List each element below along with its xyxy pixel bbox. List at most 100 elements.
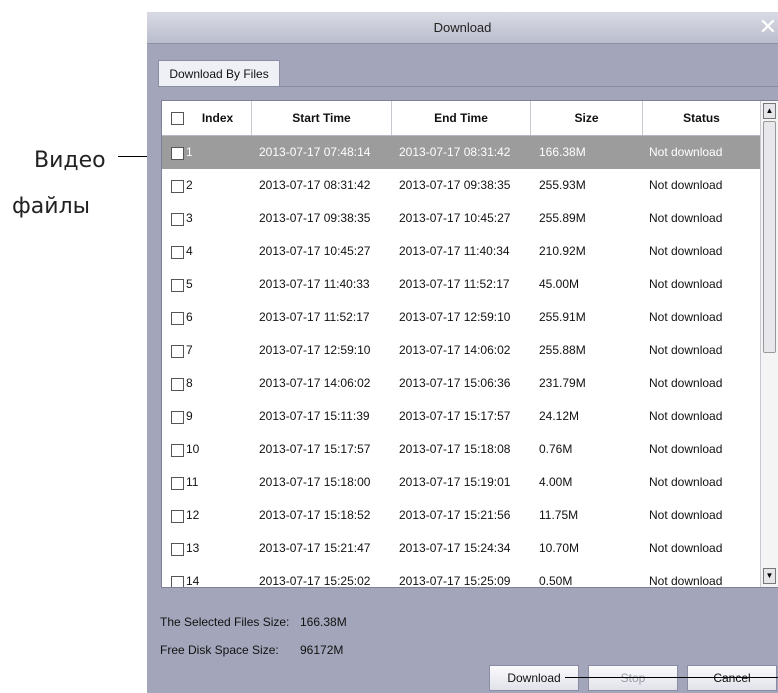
- tab-download-by-files[interactable]: Download By Files: [158, 60, 280, 87]
- download-dialog: Download ✕ Download By Files Index Start…: [147, 12, 778, 693]
- row-checkbox[interactable]: [171, 213, 184, 226]
- cell-index: 7: [186, 343, 193, 357]
- cell-size: 4.00M: [539, 475, 573, 489]
- row-checkbox[interactable]: [171, 378, 184, 391]
- dialog-title: Download: [433, 20, 492, 35]
- cell-end-time: 2013-07-17 10:45:27: [399, 211, 511, 225]
- cell-size: 255.88M: [539, 343, 586, 357]
- title-bar: Download ✕: [147, 12, 778, 44]
- cancel-button[interactable]: Cancel: [687, 665, 777, 691]
- table-row[interactable]: 5 2013-07-17 11:40:33 2013-07-17 11:52:17 4…: [162, 268, 760, 301]
- free-space-value: 96172M: [300, 643, 344, 657]
- table-header: Index Start Time End Time Size Status: [162, 101, 760, 136]
- cell-index: 12: [186, 508, 200, 522]
- cell-index: 6: [186, 310, 193, 324]
- row-checkbox[interactable]: [171, 147, 184, 160]
- cell-size: 255.89M: [539, 211, 586, 225]
- cell-size: 11.75M: [539, 508, 579, 522]
- cell-start-time: 2013-07-17 08:31:42: [259, 178, 371, 192]
- cell-index: 8: [186, 376, 193, 390]
- table-row[interactable]: 7 2013-07-17 12:59:10 2013-07-17 14:06:02 2…: [162, 334, 760, 367]
- cell-index: 2: [186, 178, 193, 192]
- table-row[interactable]: 12 2013-07-17 15:18:52 2013-07-17 15:21:56…: [162, 499, 760, 532]
- cell-start-time: 2013-07-17 15:11:39: [259, 409, 370, 423]
- table-row[interactable]: 2 2013-07-17 08:31:42 2013-07-17 09:38:35 2…: [162, 169, 760, 202]
- col-size-header[interactable]: Size: [531, 101, 643, 135]
- cell-end-time: 2013-07-17 09:38:35: [399, 178, 511, 192]
- cell-size: 10.70M: [539, 541, 580, 555]
- row-checkbox[interactable]: [171, 411, 184, 424]
- col-end-time-header[interactable]: End Time: [392, 101, 531, 135]
- col-index-header[interactable]: Index: [162, 101, 252, 135]
- cell-end-time: 2013-07-17 12:59:10: [399, 310, 511, 324]
- cell-status: Not download: [649, 508, 723, 522]
- selected-size-value: 166.38M: [300, 615, 347, 629]
- row-checkbox[interactable]: [171, 246, 184, 259]
- cell-end-time: 2013-07-17 08:31:42: [399, 145, 511, 159]
- col-start-time-header[interactable]: Start Time: [252, 101, 392, 135]
- annotation-files: файлы: [12, 194, 91, 219]
- cell-index: 9: [186, 409, 193, 423]
- cell-start-time: 2013-07-17 11:52:17: [259, 310, 370, 324]
- cell-status: Not download: [649, 376, 723, 390]
- table-row[interactable]: 10 2013-07-17 15:17:57 2013-07-17 15:18:08…: [162, 433, 760, 466]
- cell-index: 10: [186, 442, 200, 456]
- table-row[interactable]: 13 2013-07-17 15:21:47 2013-07-17 15:24:34…: [162, 532, 760, 565]
- row-checkbox[interactable]: [171, 576, 184, 587]
- table-row[interactable]: 9 2013-07-17 15:11:39 2013-07-17 15:17:57 2…: [162, 400, 760, 433]
- table-row[interactable]: 8 2013-07-17 14:06:02 2013-07-17 15:06:36 2…: [162, 367, 760, 400]
- cell-end-time: 2013-07-17 15:24:34: [399, 541, 511, 555]
- cell-index: 3: [186, 211, 193, 225]
- cell-index: 5: [186, 277, 193, 291]
- table-row[interactable]: 14 2013-07-17 15:25:02 2013-07-17 15:25:09…: [162, 565, 760, 588]
- cell-start-time: 2013-07-17 10:45:27: [259, 244, 371, 258]
- row-checkbox[interactable]: [171, 180, 184, 193]
- cell-size: 231.79M: [539, 376, 586, 390]
- col-index-label: Index: [201, 111, 234, 125]
- download-button[interactable]: Download: [489, 665, 579, 691]
- scrollbar-thumb[interactable]: [763, 121, 776, 353]
- cell-size: 45.00M: [539, 277, 580, 291]
- tab-divider: [158, 86, 778, 87]
- cell-status: Not download: [649, 343, 723, 357]
- cell-size: 0.50M: [539, 574, 573, 588]
- close-icon[interactable]: ✕: [758, 14, 778, 40]
- row-checkbox[interactable]: [171, 444, 184, 457]
- cell-status: Not download: [649, 574, 723, 588]
- scroll-down-icon[interactable]: ▼: [763, 568, 776, 584]
- row-checkbox[interactable]: [171, 279, 184, 292]
- cell-start-time: 2013-07-17 15:18:52: [259, 508, 371, 522]
- cell-status: Not download: [649, 145, 723, 159]
- row-checkbox[interactable]: [171, 345, 184, 358]
- cell-end-time: 2013-07-17 15:06:36: [399, 376, 511, 390]
- row-checkbox[interactable]: [171, 312, 184, 325]
- annotation-line-buttons: [565, 677, 778, 678]
- cell-size: 24.12M: [539, 409, 580, 423]
- cell-status: Not download: [649, 277, 723, 291]
- scroll-up-icon[interactable]: ▲: [763, 103, 776, 119]
- table-row[interactable]: 3 2013-07-17 09:38:35 2013-07-17 10:45:27 2…: [162, 202, 760, 235]
- col-status-header[interactable]: Status: [643, 101, 760, 135]
- table-row[interactable]: 6 2013-07-17 11:52:17 2013-07-17 12:59:10 2…: [162, 301, 760, 334]
- cell-index: 14: [186, 574, 200, 588]
- row-checkbox[interactable]: [171, 510, 184, 523]
- cell-start-time: 2013-07-17 15:17:57: [259, 442, 371, 456]
- table-row[interactable]: 11 2013-07-17 15:18:00 2013-07-17 15:19:01…: [162, 466, 760, 499]
- cell-start-time: 2013-07-17 07:48:14: [259, 145, 371, 159]
- cell-size: 0.76M: [539, 442, 573, 456]
- cell-start-time: 2013-07-17 12:59:10: [259, 343, 371, 357]
- row-checkbox[interactable]: [171, 477, 184, 490]
- cell-status: Not download: [649, 442, 723, 456]
- cell-size: 255.93M: [539, 178, 586, 192]
- table-row[interactable]: 4 2013-07-17 10:45:27 2013-07-17 11:40:34 2…: [162, 235, 760, 268]
- cell-start-time: 2013-07-17 15:25:02: [259, 574, 371, 588]
- cell-index: 1: [186, 145, 193, 159]
- row-checkbox[interactable]: [171, 543, 184, 556]
- cell-end-time: 2013-07-17 11:52:17: [399, 277, 510, 291]
- cell-end-time: 2013-07-17 14:06:02: [399, 343, 511, 357]
- table-row[interactable]: 1 2013-07-17 07:48:14 2013-07-17 08:31:42 1…: [162, 136, 760, 169]
- stop-button[interactable]: Stop: [588, 665, 678, 691]
- cell-end-time: 2013-07-17 15:25:09: [399, 574, 511, 588]
- vertical-scrollbar[interactable]: ▲ ▼: [760, 101, 778, 587]
- cell-status: Not download: [649, 475, 723, 489]
